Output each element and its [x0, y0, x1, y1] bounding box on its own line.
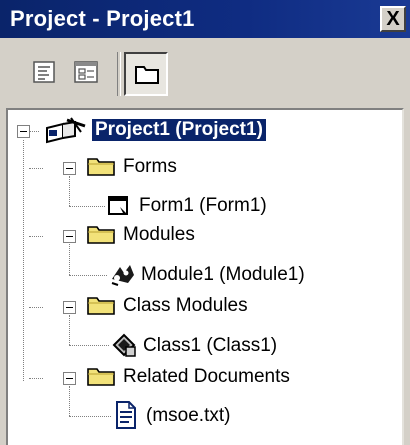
view-code-icon: [33, 61, 55, 83]
tree-root-label[interactable]: Project1 (Project1): [92, 119, 266, 141]
tree-item-label[interactable]: Class1 (Class1): [143, 335, 277, 357]
class-icon: [112, 333, 136, 357]
tree-line: [69, 275, 107, 276]
tree-line: [29, 307, 43, 308]
tree-line: [29, 378, 43, 379]
toolbar-separator: [117, 52, 121, 96]
title-bar[interactable]: Project - Project1 X: [0, 0, 410, 38]
tree-folder-label[interactable]: Forms: [123, 156, 177, 178]
collapse-toggle[interactable]: [63, 162, 76, 175]
collapse-toggle[interactable]: [63, 301, 76, 314]
tree-line: [29, 236, 43, 237]
view-object-button[interactable]: [72, 58, 100, 86]
tree-line: [69, 345, 109, 346]
tree-line: [69, 244, 70, 275]
document-icon: [116, 401, 136, 429]
module-icon: [111, 265, 134, 286]
folder-icon: [87, 368, 115, 386]
tree-line: [69, 315, 70, 345]
collapse-toggle[interactable]: [63, 372, 76, 385]
tree-folder-label[interactable]: Class Modules: [123, 295, 248, 317]
collapse-toggle[interactable]: [63, 230, 76, 243]
tree-folder-label[interactable]: Modules: [123, 224, 195, 246]
view-code-button[interactable]: [30, 58, 58, 86]
tree-item-label[interactable]: Form1 (Form1): [139, 195, 267, 217]
tree-line: [69, 386, 70, 416]
folder-icon: [87, 158, 115, 176]
window-title: Project - Project1: [10, 6, 195, 31]
project-icon: [46, 117, 86, 144]
tree-line: [69, 176, 70, 206]
project-tree[interactable]: Project1 (Project1) Forms Form1 (Form1) …: [6, 108, 404, 445]
collapse-toggle[interactable]: [17, 125, 30, 138]
folder-icon: [87, 297, 115, 315]
tree-item-label[interactable]: Module1 (Module1): [141, 264, 305, 286]
close-button[interactable]: X: [380, 6, 406, 32]
tree-line: [29, 168, 43, 169]
tree-line: [69, 416, 111, 417]
tree-item-label[interactable]: (msoe.txt): [146, 405, 230, 427]
tree-line: [23, 140, 24, 381]
folder-icon: [87, 226, 115, 244]
tree-folder-label[interactable]: Related Documents: [123, 366, 290, 388]
tree-line: [29, 131, 39, 132]
view-object-icon: [74, 61, 98, 83]
toolbar: [0, 38, 410, 106]
project-explorer-window: Project - Project1 X Project1 (Project1)…: [0, 0, 410, 445]
toggle-folders-button[interactable]: [124, 52, 168, 96]
form-icon: [108, 196, 128, 215]
tree-line: [69, 206, 105, 207]
folder-icon: [135, 66, 159, 84]
